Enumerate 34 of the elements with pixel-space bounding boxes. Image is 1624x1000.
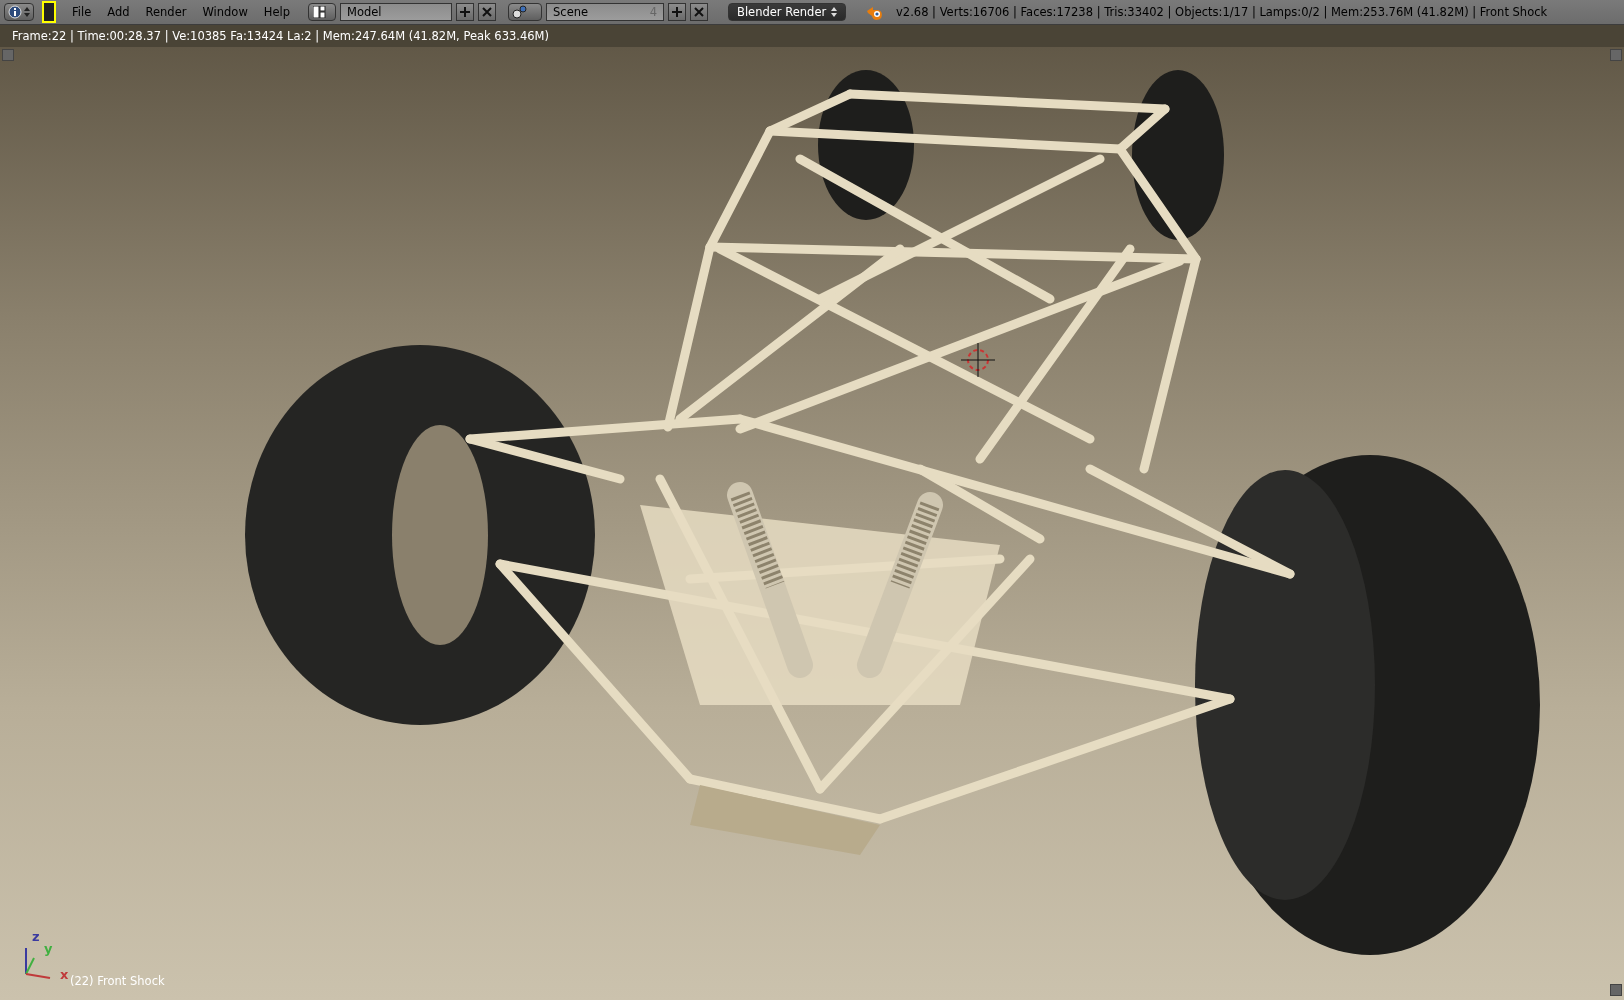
- info-icon: [8, 5, 22, 19]
- close-icon: [481, 6, 494, 18]
- plus-icon: [671, 6, 684, 18]
- render-engine-dropdown[interactable]: Blender Render: [728, 3, 847, 21]
- editor-type-button[interactable]: [4, 3, 34, 21]
- object-name-label: (22) Front Shock: [70, 974, 165, 988]
- updown-arrows-icon: [24, 6, 30, 18]
- menu-item[interactable]: Render: [137, 2, 195, 22]
- axis-label: z: [32, 930, 40, 943]
- 3d-cursor-icon: [960, 342, 996, 378]
- menu-item[interactable]: Window: [194, 2, 256, 22]
- area-corner-handle[interactable]: [1610, 49, 1622, 61]
- area-toggle-button[interactable]: [42, 1, 56, 23]
- menu-item[interactable]: File: [64, 2, 100, 22]
- axis-label: x: [60, 968, 69, 981]
- blender-logo-icon: [866, 4, 885, 20]
- updown-arrows-icon: [831, 6, 838, 18]
- scene-selector-button[interactable]: [508, 3, 543, 21]
- add-scene-button[interactable]: [668, 3, 687, 21]
- add-layout-button[interactable]: [456, 3, 475, 21]
- area-corner-handle[interactable]: [2, 49, 14, 61]
- screen-layout-field[interactable]: Model: [340, 3, 453, 21]
- plus-icon: [459, 6, 472, 18]
- menu-item[interactable]: Add: [99, 2, 138, 22]
- close-icon: [693, 6, 706, 18]
- scene-name: Scene: [553, 5, 589, 19]
- menu-item[interactable]: Help: [255, 2, 299, 22]
- axis-label: y: [44, 942, 53, 955]
- delete-layout-button[interactable]: [478, 3, 497, 21]
- delete-scene-button[interactable]: [690, 3, 709, 21]
- scene-statistics: v2.68 | Verts:16706 | Faces:17238 | Tris:33402 | Objects:1/17 | Lamps:0/2 | Mem:253.76M (41.82M) | Front Shock: [896, 5, 1548, 19]
- scene-icon: [512, 5, 529, 19]
- area-corner-handle[interactable]: [1610, 984, 1622, 996]
- render-info-text: Frame:22 | Time:00:28.37 | Ve:10385 Fa:13424 La:2 | Mem:247.64M (41.82M, Peak 633.46M): [12, 29, 549, 43]
